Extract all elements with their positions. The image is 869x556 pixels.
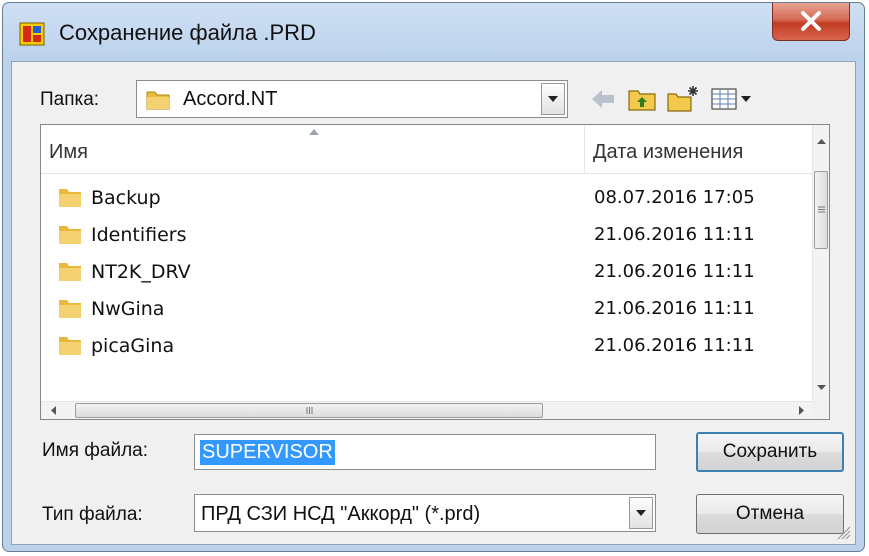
- file-date: 21.06.2016 11:11: [594, 224, 755, 245]
- folder-combobox[interactable]: Accord.NT: [136, 80, 568, 118]
- column-header-date[interactable]: Дата изменения: [585, 125, 813, 173]
- file-name: Identifiers: [91, 224, 187, 246]
- filetype-value: ПРД СЗИ НСД "Аккорд" (*.prd): [201, 503, 481, 525]
- filetype-label: Тип файла:: [42, 504, 143, 525]
- file-date: 21.06.2016 11:11: [594, 261, 755, 282]
- folder-icon: [59, 337, 81, 355]
- resize-grip-icon[interactable]: [835, 524, 851, 540]
- back-arrow-icon[interactable]: [588, 84, 618, 114]
- save-file-dialog: Сохранение файла .PRD Папка: Accord.NT И…: [2, 2, 865, 552]
- file-name: NT2K_DRV: [91, 261, 191, 283]
- scroll-right-icon[interactable]: [799, 406, 804, 415]
- cancel-button[interactable]: Отмена: [696, 494, 844, 534]
- folder-icon: [59, 300, 81, 318]
- chevron-down-icon: [636, 510, 646, 516]
- folder-label: Папка:: [40, 89, 100, 110]
- list-item[interactable]: NT2K_DRV 21.06.2016 11:11: [41, 253, 813, 290]
- folder-icon: [59, 263, 81, 281]
- column-name-label: Имя: [49, 141, 88, 163]
- scrollbar-corner: [812, 401, 829, 419]
- column-header-name[interactable]: Имя: [41, 125, 585, 173]
- chevron-down-icon: [548, 96, 558, 102]
- close-icon: [801, 11, 821, 31]
- dialog-body: Папка: Accord.NT Имя Дата изменения Back…: [11, 61, 856, 545]
- horizontal-scroll-thumb[interactable]: [75, 403, 543, 418]
- title-bar[interactable]: Сохранение файла .PRD: [3, 3, 864, 61]
- file-name: picaGina: [91, 335, 175, 357]
- app-icon: [19, 22, 45, 46]
- new-folder-icon[interactable]: [666, 84, 700, 114]
- scroll-left-icon[interactable]: [51, 406, 56, 415]
- file-date: 21.06.2016 11:11: [594, 335, 755, 356]
- list-header: Имя Дата изменения: [41, 125, 813, 174]
- filename-label: Имя файла:: [42, 440, 149, 461]
- vertical-scrollbar[interactable]: [812, 125, 829, 403]
- grip-lines-icon: [818, 206, 825, 213]
- close-button[interactable]: [772, 3, 850, 41]
- list-item[interactable]: NwGina 21.06.2016 11:11: [41, 290, 813, 327]
- filename-value: SUPERVISOR: [200, 440, 335, 465]
- list-item[interactable]: picaGina 21.06.2016 11:11: [41, 327, 813, 364]
- folder-icon: [59, 226, 81, 244]
- file-date: 21.06.2016 11:11: [594, 298, 755, 319]
- file-name: NwGina: [91, 298, 165, 320]
- vertical-scroll-thumb[interactable]: [814, 171, 828, 249]
- filetype-dropdown-button[interactable]: [629, 497, 653, 529]
- scroll-up-icon[interactable]: [817, 139, 826, 144]
- horizontal-scrollbar[interactable]: [41, 401, 813, 419]
- folder-value: Accord.NT: [183, 88, 278, 110]
- folder-icon: [59, 189, 81, 207]
- scroll-down-icon[interactable]: [817, 385, 826, 390]
- window-title: Сохранение файла .PRD: [59, 20, 316, 45]
- folder-dropdown-button[interactable]: [541, 83, 565, 115]
- column-date-label: Дата изменения: [593, 141, 744, 163]
- list-item[interactable]: Identifiers 21.06.2016 11:11: [41, 216, 813, 253]
- filename-input[interactable]: SUPERVISOR: [194, 434, 656, 470]
- sort-ascending-icon: [309, 129, 319, 135]
- file-date: 08.07.2016 17:05: [594, 187, 755, 208]
- filetype-combobox[interactable]: ПРД СЗИ НСД "Аккорд" (*.prd): [194, 494, 656, 532]
- folder-icon: [146, 91, 170, 110]
- list-item[interactable]: Backup 08.07.2016 17:05: [41, 179, 813, 216]
- grip-lines-icon: [306, 407, 313, 414]
- file-name: Backup: [91, 187, 161, 209]
- file-list[interactable]: Имя Дата изменения Backup 08.07.2016 17:…: [40, 124, 830, 420]
- up-folder-icon[interactable]: [626, 84, 658, 114]
- save-button[interactable]: Сохранить: [696, 432, 844, 472]
- view-menu-icon[interactable]: [710, 84, 754, 114]
